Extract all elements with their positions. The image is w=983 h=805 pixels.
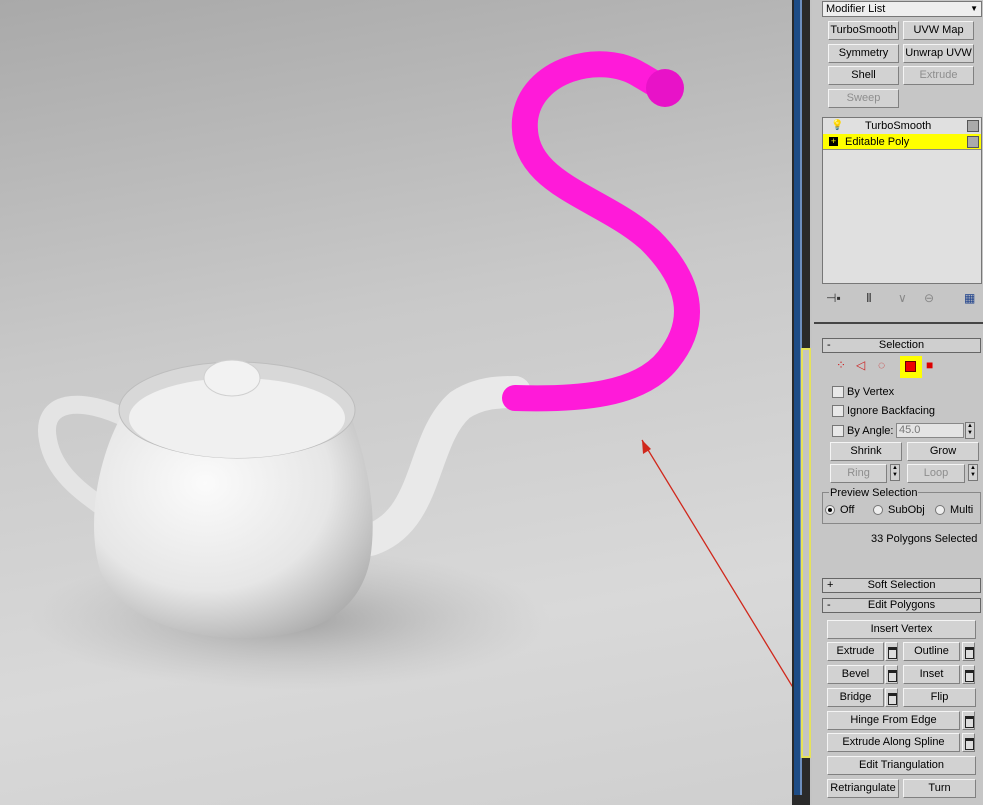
modifier-list-dropdown[interactable]: Modifier List ▼: [822, 1, 982, 17]
plus-box-icon[interactable]: +: [829, 137, 838, 146]
angle-spinner[interactable]: ▲ ▼: [965, 422, 975, 439]
retriangulate-button[interactable]: Retriangulate: [827, 779, 899, 798]
bevel-button[interactable]: Bevel: [827, 665, 884, 684]
divider: [814, 322, 983, 324]
hinge-from-edge-button[interactable]: Hinge From Edge: [827, 711, 960, 730]
soft-selection-rollout-header[interactable]: + Soft Selection: [822, 578, 981, 593]
ignore-backfacing-label: Ignore Backfacing: [847, 405, 936, 417]
shrink-button[interactable]: Shrink: [830, 442, 902, 461]
preview-off-radio[interactable]: [825, 505, 835, 515]
flip-button[interactable]: Flip: [903, 688, 976, 707]
angle-input[interactable]: 45.0: [896, 423, 964, 438]
configure-modifier-sets-icon[interactable]: ▦: [964, 291, 975, 305]
toggle-square-icon[interactable]: [967, 120, 979, 132]
turn-button[interactable]: Turn: [903, 779, 976, 798]
preview-selection-label: Preview Selection: [829, 487, 919, 499]
polygon-mode-icon[interactable]: [900, 356, 922, 378]
by-angle-label: By Angle:: [847, 425, 894, 437]
inset-settings-icon[interactable]: [962, 665, 975, 684]
modifier-list-label: Modifier List: [826, 3, 886, 15]
edit-polygons-rollout-header[interactable]: - Edit Polygons: [822, 598, 981, 613]
make-unique-icon[interactable]: ∨: [898, 291, 907, 305]
border-mode-icon[interactable]: ◌: [878, 358, 885, 372]
extrude-spline-settings-icon[interactable]: [962, 733, 975, 752]
shell-button[interactable]: Shell: [828, 66, 899, 85]
lightbulb-icon[interactable]: 💡: [831, 118, 843, 134]
hinge-settings-icon[interactable]: [962, 711, 975, 730]
remove-modifier-icon[interactable]: ⊖: [924, 291, 934, 305]
vertex-mode-icon[interactable]: ⁘: [836, 358, 846, 372]
extrude-along-spline-button[interactable]: Extrude Along Spline: [827, 733, 960, 752]
preview-multi-radio[interactable]: [935, 505, 945, 515]
selection-status: 33 Polygons Selected: [871, 533, 978, 545]
3d-viewport[interactable]: [0, 0, 792, 805]
show-end-result-icon[interactable]: Ⅱ: [866, 291, 872, 305]
pin-stack-icon[interactable]: ⊣▪: [826, 291, 841, 305]
stack-item-editable-poly[interactable]: + Editable Poly: [823, 134, 981, 150]
command-panel: Modifier List ▼ TurboSmooth UVW Map Symme…: [812, 0, 983, 805]
ignore-backfacing-checkbox[interactable]: [832, 405, 844, 417]
sweep-button[interactable]: Sweep: [828, 89, 899, 108]
bridge-settings-icon[interactable]: [885, 688, 898, 707]
selected-spout-polygons: [502, 51, 700, 412]
annotation-arrow: [641, 439, 792, 688]
grow-button[interactable]: Grow: [907, 442, 979, 461]
preview-off-label: Off: [840, 504, 855, 516]
preview-subobj-label: SubObj: [888, 504, 925, 516]
bridge-button[interactable]: Bridge: [827, 688, 884, 707]
by-vertex-label: By Vertex: [847, 386, 895, 398]
ring-spinner[interactable]: ▲ ▼: [890, 464, 900, 481]
loop-spinner[interactable]: ▲ ▼: [968, 464, 978, 481]
toggle-square-icon[interactable]: [967, 136, 979, 148]
extrude-button[interactable]: Extrude: [827, 642, 884, 661]
teapot-scene: [30, 51, 792, 690]
loop-button[interactable]: Loop: [907, 464, 965, 483]
edit-triangulation-button[interactable]: Edit Triangulation: [827, 756, 976, 775]
preview-subobj-radio[interactable]: [873, 505, 883, 515]
active-viewport-border: [801, 348, 811, 758]
spout-tip: [646, 69, 684, 107]
by-vertex-checkbox[interactable]: [832, 386, 844, 398]
teapot-spout: [354, 376, 531, 556]
turbosmooth-button[interactable]: TurboSmooth: [828, 21, 899, 40]
bevel-settings-icon[interactable]: [885, 665, 898, 684]
modifier-stack[interactable]: 💡 TurboSmooth + Editable Poly: [822, 117, 982, 284]
inset-button[interactable]: Inset: [903, 665, 960, 684]
element-mode-icon[interactable]: ■: [926, 358, 933, 372]
by-angle-checkbox[interactable]: [832, 425, 844, 437]
ring-button[interactable]: Ring: [830, 464, 887, 483]
preview-multi-label: Multi: [950, 504, 974, 516]
symmetry-button[interactable]: Symmetry: [828, 44, 899, 63]
insert-vertex-button[interactable]: Insert Vertex: [827, 620, 976, 639]
teapot-knob: [203, 359, 261, 397]
outline-button[interactable]: Outline: [903, 642, 960, 661]
edge-mode-icon[interactable]: ◁: [856, 358, 865, 372]
outline-settings-icon[interactable]: [962, 642, 975, 661]
unwrap-uvw-button[interactable]: Unwrap UVW: [903, 44, 974, 63]
stack-item-label: TurboSmooth: [865, 120, 932, 132]
chevron-down-icon: ▼: [970, 4, 978, 13]
stack-item-turbosmooth[interactable]: 💡 TurboSmooth: [823, 118, 981, 134]
selection-rollout-header[interactable]: - Selection: [822, 338, 981, 353]
extrude-modifier-button[interactable]: Extrude: [903, 66, 974, 85]
stack-item-label: Editable Poly: [845, 136, 910, 148]
uvw-map-button[interactable]: UVW Map: [903, 21, 974, 40]
extrude-settings-icon[interactable]: [885, 642, 898, 661]
